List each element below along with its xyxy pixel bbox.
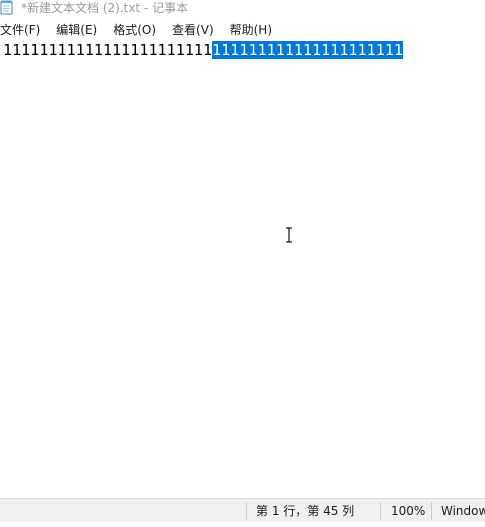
cursor-position: 第 1 行，第 45 列 <box>256 504 355 518</box>
window-bottom-edge <box>0 522 485 527</box>
menu-file[interactable]: 文件(F) <box>0 20 46 40</box>
window-title: *新建文本文档 (2).txt - 记事本 <box>21 1 189 15</box>
line-ending: Windows (CRLF) <box>441 504 485 518</box>
menu-bar: 文件(F) 编辑(E) 格式(O) 查看(V) 帮助(H) <box>0 20 485 40</box>
text-ibeam-cursor <box>286 227 292 243</box>
title-bar[interactable]: *新建文本文档 (2).txt - 记事本 <box>0 0 485 18</box>
text-line[interactable]: 1111111111111111111111111111111111111111… <box>3 41 403 60</box>
selected-text: 111111111111111111111 <box>212 41 403 59</box>
zoom-level: 100% <box>391 504 426 518</box>
menu-edit[interactable]: 编辑(E) <box>56 20 103 40</box>
menu-format[interactable]: 格式(O) <box>113 20 162 40</box>
notepad-icon <box>0 0 13 15</box>
notepad-window: *新建文本文档 (2).txt - 记事本 文件(F) 编辑(E) 格式(O) … <box>0 0 485 527</box>
menu-view[interactable]: 查看(V) <box>172 20 220 40</box>
status-bar: 第 1 行，第 45 列 100% Windows (CRLF) <box>0 498 485 523</box>
text-editor-area[interactable]: 1111111111111111111111111111111111111111… <box>0 40 485 498</box>
status-divider <box>380 502 381 520</box>
status-divider <box>431 502 432 520</box>
unselected-text: 11111111111111111111111 <box>3 41 213 59</box>
status-divider <box>246 502 247 520</box>
menu-help[interactable]: 帮助(H) <box>230 20 278 40</box>
